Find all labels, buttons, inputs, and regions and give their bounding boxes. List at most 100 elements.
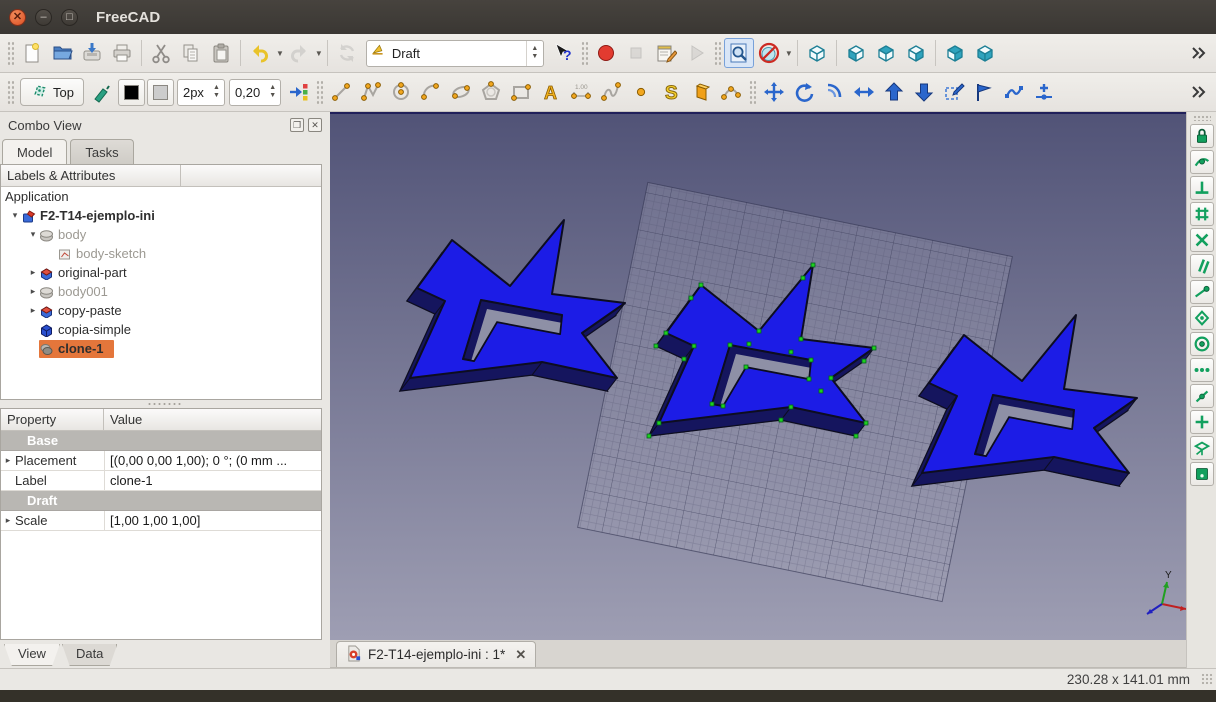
toolbar-handle[interactable] [581, 41, 588, 65]
cut-button[interactable] [146, 38, 176, 68]
line-width-spinbox[interactable]: 2px▲▼ [177, 79, 225, 106]
spinbox-stepper[interactable]: ▲▼ [209, 80, 224, 105]
draw-style-button[interactable] [754, 38, 784, 68]
autogroup-button[interactable] [283, 77, 313, 107]
apply-style-button[interactable] [87, 77, 117, 107]
snap-grid-button[interactable] [1190, 202, 1214, 226]
tree-expander-icon[interactable]: ▸ [27, 267, 39, 278]
redo-button[interactable] [284, 38, 314, 68]
snap-working-plane-button[interactable] [1190, 436, 1214, 460]
draft-scale-button[interactable] [939, 77, 969, 107]
resize-grip[interactable] [1201, 673, 1213, 685]
combo-stepper[interactable]: ▲▼ [526, 41, 543, 66]
open-file-button[interactable] [47, 38, 77, 68]
dropdown-caret-icon[interactable]: ▼ [315, 49, 323, 58]
tree-expander-icon[interactable]: ▸ [27, 286, 39, 297]
wire-to-bspline-button[interactable] [999, 77, 1029, 107]
copy-button[interactable] [176, 38, 206, 68]
tree-expander-icon[interactable]: ▾ [9, 210, 21, 221]
draft-rotate-button[interactable] [789, 77, 819, 107]
whats-this-button[interactable]: ? [548, 38, 578, 68]
panel-splitter[interactable] [0, 400, 330, 408]
tree-item-copy-paste[interactable]: ▸copy-paste [1, 301, 321, 320]
tree-item-body-sketch[interactable]: body-sketch [1, 244, 321, 263]
toolbar-handle[interactable] [316, 80, 323, 104]
fit-all-button[interactable] [724, 38, 754, 68]
toolbar-handle[interactable] [7, 80, 14, 104]
draft-downgrade-button[interactable] [909, 77, 939, 107]
draft-rectangle-button[interactable] [506, 77, 536, 107]
workbench-selector[interactable]: Draft▲▼ [366, 40, 544, 67]
close-button[interactable]: ✕ [9, 9, 26, 26]
3d-viewport[interactable]: XY [330, 112, 1186, 640]
draft-point-button[interactable] [626, 77, 656, 107]
macro-record-button[interactable] [591, 38, 621, 68]
dropdown-caret-icon[interactable]: ▼ [276, 49, 284, 58]
macro-stop-button[interactable] [621, 38, 651, 68]
axonometric-view-button[interactable] [802, 38, 832, 68]
new-file-button[interactable] [17, 38, 47, 68]
tree-expander-icon[interactable]: ▾ [27, 229, 39, 240]
snap-parallel-button[interactable] [1190, 254, 1214, 278]
snap-lock-button[interactable] [1190, 124, 1214, 148]
refresh-button[interactable] [332, 38, 362, 68]
macro-play-button[interactable] [681, 38, 711, 68]
draft-polygon-button[interactable] [476, 77, 506, 107]
tree-item-body[interactable]: ▾body [1, 225, 321, 244]
draft-dimension-button[interactable]: 1.00 [566, 77, 596, 107]
toolbar-handle[interactable] [714, 41, 721, 65]
add-point-button[interactable] [1029, 77, 1059, 107]
draft-upgrade-button[interactable] [879, 77, 909, 107]
draft-circle-button[interactable] [386, 77, 416, 107]
draft-bspline-button[interactable] [596, 77, 626, 107]
draft-arc-button[interactable] [416, 77, 446, 107]
snap-center-button[interactable] [1190, 332, 1214, 356]
text-scale-spinbox[interactable]: 0,20▲▼ [229, 79, 281, 106]
snap-dot-button[interactable] [1190, 462, 1214, 486]
dropdown-caret-icon[interactable]: ▼ [785, 49, 793, 58]
property-row-label[interactable]: Labelclone-1 [1, 471, 321, 491]
draft-move-button[interactable] [759, 77, 789, 107]
toolbar-handle[interactable] [7, 41, 14, 65]
tree-item-copia-simple[interactable]: copia-simple [1, 320, 321, 339]
snap-dimensions-button[interactable] [1190, 358, 1214, 382]
snap-ortho-button[interactable] [1190, 384, 1214, 408]
toolbar-handle[interactable] [749, 80, 756, 104]
tree-item-F2-T14-ejemplo-ini[interactable]: ▾F2-T14-ejemplo-ini [1, 206, 321, 225]
draft-offset-button[interactable] [819, 77, 849, 107]
draft-text-button[interactable]: A [536, 77, 566, 107]
spinbox-stepper[interactable]: ▲▼ [265, 80, 280, 105]
tree-item-body001[interactable]: ▸body001 [1, 282, 321, 301]
snap-special-button[interactable] [1190, 306, 1214, 330]
snap-near-button[interactable] [1190, 280, 1214, 304]
tab-view[interactable]: View [4, 644, 60, 666]
tree-root-application[interactable]: Application [1, 187, 321, 206]
toolbar-overflow-button[interactable] [1182, 38, 1212, 68]
paste-button[interactable] [206, 38, 236, 68]
draft-edit-button[interactable] [969, 77, 999, 107]
tree-expander-icon[interactable]: ▸ [27, 305, 39, 316]
draft-facebinder-button[interactable] [686, 77, 716, 107]
maximize-button[interactable]: □ [61, 9, 78, 26]
property-expander-icon[interactable]: ▸ [1, 455, 15, 466]
bottom-view-button[interactable] [970, 38, 1000, 68]
minimize-button[interactable]: – [35, 9, 52, 26]
draft-trimex-button[interactable] [849, 77, 879, 107]
rear-view-button[interactable] [940, 38, 970, 68]
line-color-swatch[interactable] [118, 79, 145, 106]
working-plane-top-button[interactable]: Top [20, 78, 84, 106]
draft-line-button[interactable] [326, 77, 356, 107]
face-color-swatch[interactable] [147, 79, 174, 106]
save-button[interactable] [77, 38, 107, 68]
draft-ellipse-button[interactable] [446, 77, 476, 107]
top-view-button[interactable] [871, 38, 901, 68]
property-row-scale[interactable]: ▸Scale[1,00 1,00 1,00] [1, 511, 321, 531]
draft-bezier-button[interactable] [716, 77, 746, 107]
macro-edit-button[interactable] [651, 38, 681, 68]
draft-shapestring-button[interactable]: S [656, 77, 686, 107]
toolbar-overflow-button[interactable] [1182, 77, 1212, 107]
undo-button[interactable] [245, 38, 275, 68]
draft-wire-button[interactable] [356, 77, 386, 107]
tab-data[interactable]: Data [62, 644, 117, 666]
toolbar-handle[interactable] [1193, 115, 1211, 121]
